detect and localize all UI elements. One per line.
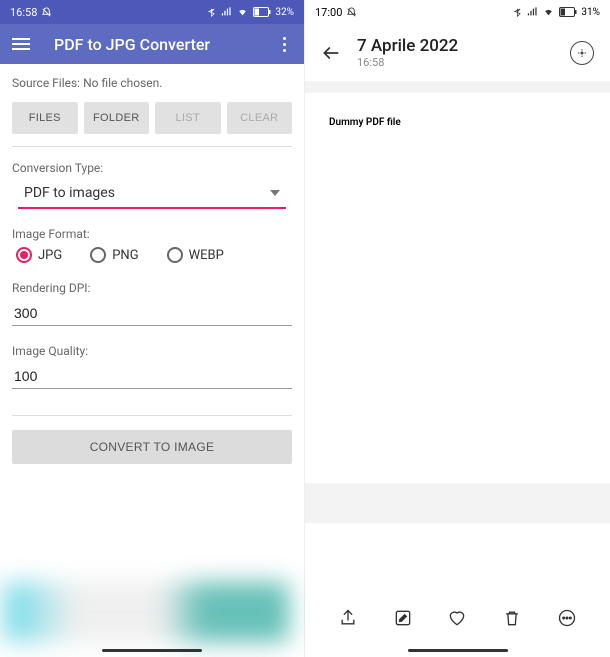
screen-preview: 17:00 31% 7 Aprile 2022 16:58 Dummy PDF … — [305, 0, 610, 657]
gap — [305, 483, 610, 523]
divider — [12, 146, 292, 147]
ad-banner — [3, 582, 289, 642]
wifi-icon — [542, 7, 555, 17]
gap — [305, 81, 610, 93]
screen-converter: 16:58 32% PDF to JPG Converter Source Fi… — [0, 0, 305, 657]
conversion-type-value: PDF to images — [24, 185, 115, 201]
preview-time: 16:58 — [357, 56, 458, 69]
status-bar: 17:00 31% — [305, 0, 610, 24]
status-battery: 32% — [275, 7, 294, 18]
radio-png[interactable]: PNG — [90, 247, 138, 263]
image-format-group: JPG PNG WEBP — [12, 247, 292, 263]
battery-icon — [559, 7, 577, 17]
document-text: Dummy PDF file — [329, 117, 586, 128]
status-battery: 31% — [581, 7, 600, 18]
more-icon[interactable] — [276, 37, 292, 52]
status-time: 16:58 — [10, 6, 37, 19]
app-bar: PDF to JPG Converter — [0, 24, 304, 64]
files-button[interactable]: FILES — [12, 102, 78, 134]
bluetooth-icon — [513, 7, 522, 18]
delete-icon[interactable] — [502, 608, 522, 628]
quality-input[interactable] — [12, 364, 292, 389]
notification-muted-icon — [41, 7, 52, 18]
status-bar: 16:58 32% — [0, 0, 304, 24]
bluetooth-icon — [207, 7, 216, 18]
notification-muted-icon — [346, 7, 357, 18]
convert-button[interactable]: CONVERT TO IMAGE — [12, 430, 292, 464]
image-format-label: Image Format: — [12, 227, 292, 241]
wifi-icon — [236, 7, 249, 17]
mode-icon[interactable] — [570, 41, 594, 65]
folder-button[interactable]: FOLDER — [84, 102, 150, 134]
document-preview[interactable]: Dummy PDF file — [305, 93, 610, 483]
quality-label: Image Quality: — [12, 344, 292, 358]
conversion-type-label: Conversion Type: — [12, 161, 292, 175]
heart-icon[interactable] — [447, 608, 467, 628]
preview-date: 7 Aprile 2022 — [357, 36, 458, 56]
list-button[interactable]: LIST — [155, 102, 221, 134]
clear-button[interactable]: CLEAR — [227, 102, 293, 134]
conversion-type-select[interactable]: PDF to images — [18, 181, 286, 209]
battery-icon — [253, 7, 271, 17]
dpi-input[interactable] — [12, 301, 292, 326]
back-icon[interactable] — [321, 43, 341, 63]
app-title: PDF to JPG Converter — [54, 35, 276, 54]
home-indicator — [408, 649, 508, 652]
source-line: Source Files: No file chosen. — [12, 76, 292, 90]
edit-icon[interactable] — [393, 608, 413, 628]
dropdown-icon — [270, 190, 280, 196]
signal-icon — [220, 7, 232, 17]
share-icon[interactable] — [338, 608, 358, 628]
signal-icon — [526, 7, 538, 17]
more-icon[interactable] — [557, 608, 577, 628]
menu-icon[interactable] — [12, 38, 30, 50]
home-indicator — [102, 649, 202, 652]
bottom-toolbar — [305, 594, 610, 642]
radio-webp[interactable]: WEBP — [167, 247, 224, 263]
status-time: 17:00 — [315, 6, 342, 19]
dpi-label: Rendering DPI: — [12, 281, 292, 295]
radio-jpg[interactable]: JPG — [16, 247, 62, 263]
divider — [12, 415, 292, 416]
preview-header: 7 Aprile 2022 16:58 — [305, 24, 610, 81]
